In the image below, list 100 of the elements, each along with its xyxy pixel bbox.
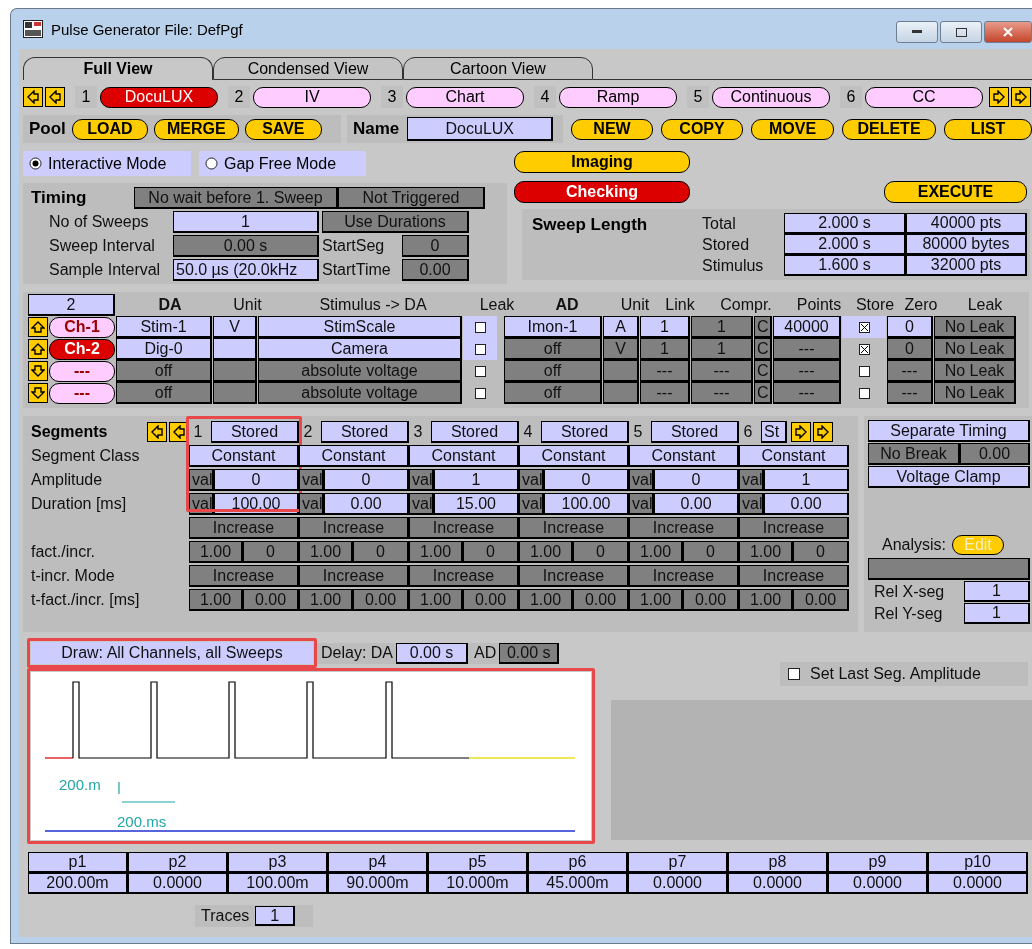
start-field[interactable]: 0.00 <box>402 259 469 281</box>
stimulus-field[interactable]: StimScale <box>258 316 462 338</box>
segment-class-field[interactable]: Constant <box>519 445 629 467</box>
time-increment-mode-field[interactable]: Increase <box>739 565 849 587</box>
imaging-button[interactable]: Imaging <box>514 151 690 173</box>
clamp-mode-button[interactable]: Voltage Clamp <box>868 466 1030 488</box>
link-field[interactable]: --- <box>640 360 690 382</box>
parameter-field[interactable]: 0.0000 <box>928 873 1028 894</box>
break-field[interactable]: 0.00 <box>960 443 1030 465</box>
increment-mode-field[interactable]: Increase <box>519 517 629 539</box>
start-field[interactable]: 0 <box>402 235 469 257</box>
parameter-field[interactable]: 90.000m <box>328 873 428 894</box>
zero-field[interactable]: 0 <box>887 338 933 360</box>
storage-field[interactable]: Stored <box>431 421 519 443</box>
increment-field[interactable]: 0 <box>243 541 299 563</box>
factor-field[interactable]: 1.00 <box>739 541 793 563</box>
mode-option[interactable]: Interactive Mode <box>23 151 191 176</box>
time-increment-field[interactable]: 0.00 <box>683 589 739 611</box>
checking-button[interactable]: Checking <box>514 181 690 203</box>
sequence-action-button[interactable]: MOVE <box>751 118 834 140</box>
compression-mode-field[interactable]: C <box>754 360 772 382</box>
channel-button[interactable]: Ch-1 <box>49 316 115 338</box>
link-field[interactable]: 1 <box>640 316 690 338</box>
view-tab[interactable]: Cartoon View <box>403 57 593 80</box>
unit-field[interactable]: A <box>603 316 639 338</box>
execute-button[interactable]: EXECUTE <box>884 181 1027 203</box>
increment-field[interactable]: 0 <box>793 541 849 563</box>
parameter-field[interactable]: 0.0000 <box>828 873 928 894</box>
parameter-field[interactable]: 0.0000 <box>728 873 828 894</box>
sequence-action-button[interactable]: LIST <box>944 118 1032 140</box>
channel-button[interactable]: Ch-2 <box>49 338 115 360</box>
sequence-button[interactable]: CC <box>865 86 983 108</box>
amplitude-field[interactable]: 0 <box>324 469 409 491</box>
ad-channel-field[interactable]: off <box>504 360 602 382</box>
unit-field[interactable] <box>603 382 639 404</box>
time-increment-mode-field[interactable]: Increase <box>189 565 299 587</box>
mode-option[interactable]: Gap Free Mode <box>199 151 366 176</box>
stimulus-field[interactable]: absolute voltage <box>258 360 462 382</box>
time-increment-mode-field[interactable]: Increase <box>409 565 519 587</box>
increment-field[interactable]: 0 <box>463 541 519 563</box>
unit-field[interactable] <box>213 360 257 382</box>
segment-class-field[interactable]: Constant <box>189 445 299 467</box>
zero-field[interactable]: 0 <box>887 316 933 338</box>
factor-field[interactable]: 1.00 <box>299 541 353 563</box>
view-tab[interactable]: Full View <box>23 57 213 80</box>
separate-timing-button[interactable]: Separate Timing <box>868 420 1030 442</box>
duration-field[interactable]: 100.00 <box>544 493 629 515</box>
duration-field[interactable]: 15.00 <box>434 493 519 515</box>
duration-field[interactable]: 0.00 <box>764 493 849 515</box>
compression-mode-field[interactable]: C <box>754 338 772 360</box>
draw-mode-button[interactable]: Draw: All Channels, all Sweeps <box>31 642 313 664</box>
unit-field[interactable]: V <box>603 338 639 360</box>
segment-class-field[interactable]: Constant <box>629 445 739 467</box>
compression-field[interactable]: --- <box>691 360 753 382</box>
store-checkbox[interactable] <box>858 387 870 399</box>
storage-field[interactable]: Stored <box>541 421 629 443</box>
sequence-button[interactable]: Ramp <box>559 86 677 108</box>
sequence-button[interactable]: IV <box>253 86 371 108</box>
pool-button[interactable]: LOAD <box>71 118 148 140</box>
link-field[interactable]: 1 <box>640 338 690 360</box>
time-factor-field[interactable]: 1.00 <box>299 589 353 611</box>
close-button[interactable] <box>984 21 1032 43</box>
parameter-field[interactable]: 45.000m <box>528 873 628 894</box>
rel-y-field[interactable]: 1 <box>964 603 1030 624</box>
factor-field[interactable]: 1.00 <box>519 541 573 563</box>
radio-button-icon[interactable] <box>29 157 42 170</box>
amplitude-field[interactable]: 1 <box>764 469 849 491</box>
timing-field[interactable]: 50.0 µs (20.0kHz <box>173 259 319 281</box>
segment-class-field[interactable]: Constant <box>739 445 849 467</box>
channel-button[interactable]: --- <box>49 360 115 382</box>
amplitude-field[interactable]: 0 <box>544 469 629 491</box>
maximize-button[interactable] <box>940 21 982 43</box>
factor-field[interactable]: 1.00 <box>409 541 463 563</box>
channel-count-field[interactable]: 2 <box>28 294 115 316</box>
unit-field[interactable] <box>603 360 639 382</box>
points-field[interactable]: --- <box>773 338 841 360</box>
storage-field[interactable]: St <box>761 421 787 443</box>
radio-button-icon[interactable] <box>205 157 218 170</box>
analysis-field[interactable] <box>868 558 1030 580</box>
ad-channel-field[interactable]: Imon-1 <box>504 316 602 338</box>
parameter-field[interactable]: 0.0000 <box>628 873 728 894</box>
pool-button[interactable]: MERGE <box>153 118 239 140</box>
use-durations-button[interactable]: Use Durations <box>322 211 469 233</box>
factor-field[interactable]: 1.00 <box>189 541 243 563</box>
time-increment-field[interactable]: 0.00 <box>243 589 299 611</box>
storage-field[interactable]: Stored <box>211 421 299 443</box>
sequence-action-button[interactable]: DELETE <box>842 118 936 140</box>
stimulus-field[interactable]: Camera <box>258 338 462 360</box>
sequence-action-button[interactable]: NEW <box>571 118 653 140</box>
channel-button[interactable]: --- <box>49 382 115 404</box>
increment-mode-field[interactable]: Increase <box>739 517 849 539</box>
delay-ad-field[interactable]: 0.00 s <box>499 642 560 664</box>
time-increment-field[interactable]: 0.00 <box>463 589 519 611</box>
da-channel-field[interactable]: off <box>116 360 212 382</box>
zero-field[interactable]: --- <box>887 382 933 404</box>
amplitude-field[interactable]: 0 <box>214 469 299 491</box>
leak-mode-field[interactable]: No Leak <box>934 360 1016 382</box>
points-field[interactable]: 40000 <box>773 316 841 338</box>
increment-field[interactable]: 0 <box>353 541 409 563</box>
time-increment-field[interactable]: 0.00 <box>793 589 849 611</box>
